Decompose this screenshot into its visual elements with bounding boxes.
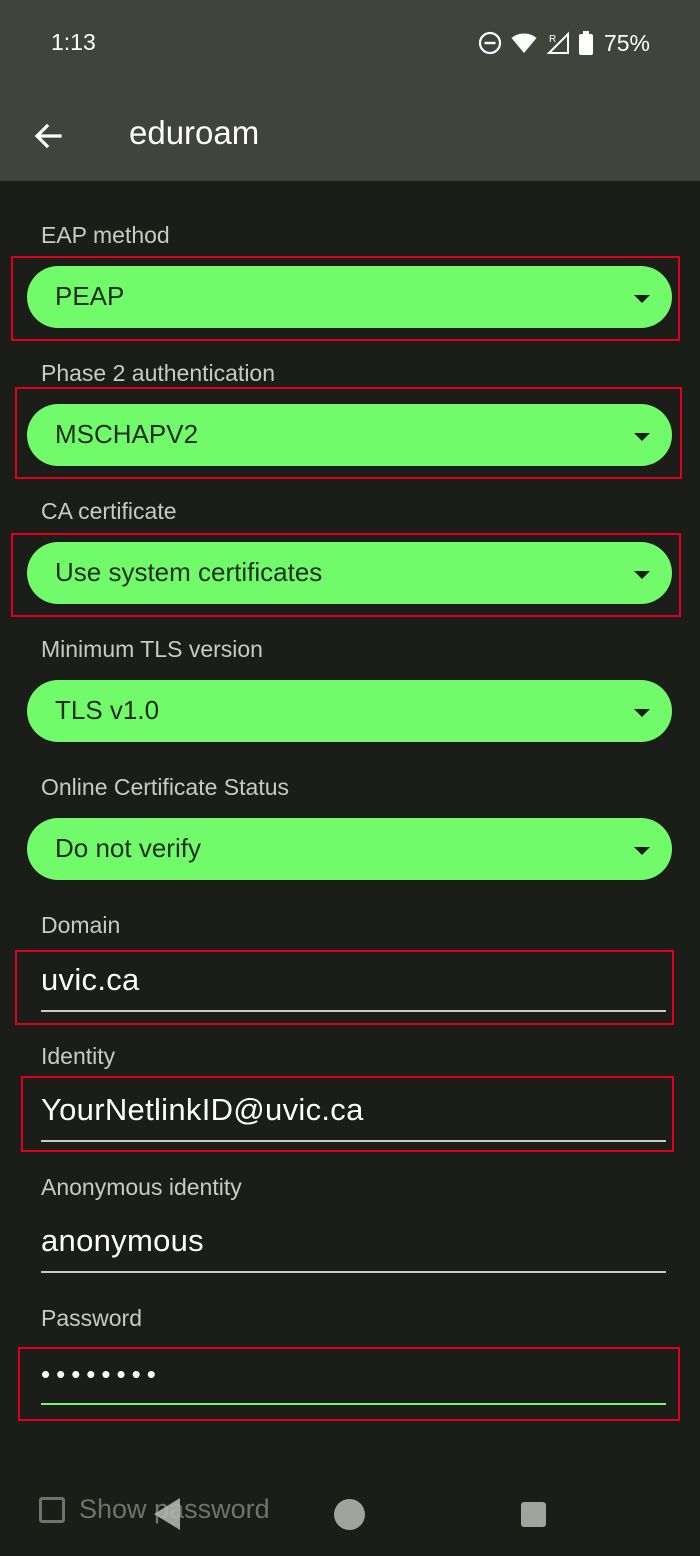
ocsp-dropdown[interactable]: Do not verify (27, 818, 672, 880)
field-underline (41, 1271, 666, 1273)
wifi-icon (511, 33, 537, 53)
domain-label: Domain (41, 912, 121, 938)
min-tls-dropdown[interactable]: TLS v1.0 (27, 680, 672, 742)
phase2-auth-label: Phase 2 authentication (41, 360, 276, 386)
identity-label: Identity (41, 1043, 116, 1069)
chevron-down-icon (634, 847, 650, 855)
battery-percent: 75% (603, 29, 650, 56)
ocsp-label: Online Certificate Status (41, 774, 290, 800)
page-title: eduroam (129, 114, 260, 151)
min-tls-label: Minimum TLS version (41, 636, 263, 662)
svg-text:R: R (549, 34, 556, 45)
app-bar: eduroam (0, 88, 700, 181)
do-not-disturb-icon (478, 31, 502, 55)
anonymous-identity-value: anonymous (41, 1223, 204, 1258)
chevron-down-icon (634, 709, 650, 717)
min-tls-value: TLS v1.0 (55, 695, 160, 725)
highlight-box (15, 387, 682, 479)
anonymous-identity-label: Anonymous identity (41, 1174, 242, 1200)
nav-recents-icon[interactable] (521, 1502, 546, 1527)
status-bar: 1:13 R 75% (0, 0, 700, 88)
highlight-box (11, 533, 681, 617)
signal-icon: R (546, 31, 569, 54)
status-time: 1:13 (51, 29, 96, 55)
arrow-left-icon[interactable] (30, 118, 66, 154)
highlight-box (11, 256, 680, 341)
ocsp-value: Do not verify (55, 833, 201, 863)
battery-icon (578, 31, 593, 55)
nav-back-icon[interactable] (154, 1498, 180, 1530)
show-password-checkbox[interactable] (39, 1496, 65, 1523)
status-icons: R 75% (478, 28, 650, 58)
ca-certificate-label: CA certificate (41, 498, 177, 524)
anonymous-identity-field[interactable]: anonymous (41, 1211, 666, 1273)
highlight-box (18, 1347, 680, 1421)
password-label: Password (41, 1305, 142, 1331)
nav-home-icon[interactable] (334, 1499, 365, 1530)
highlight-box (21, 1076, 674, 1152)
highlight-box (15, 950, 674, 1025)
eap-method-label: EAP method (41, 222, 170, 248)
